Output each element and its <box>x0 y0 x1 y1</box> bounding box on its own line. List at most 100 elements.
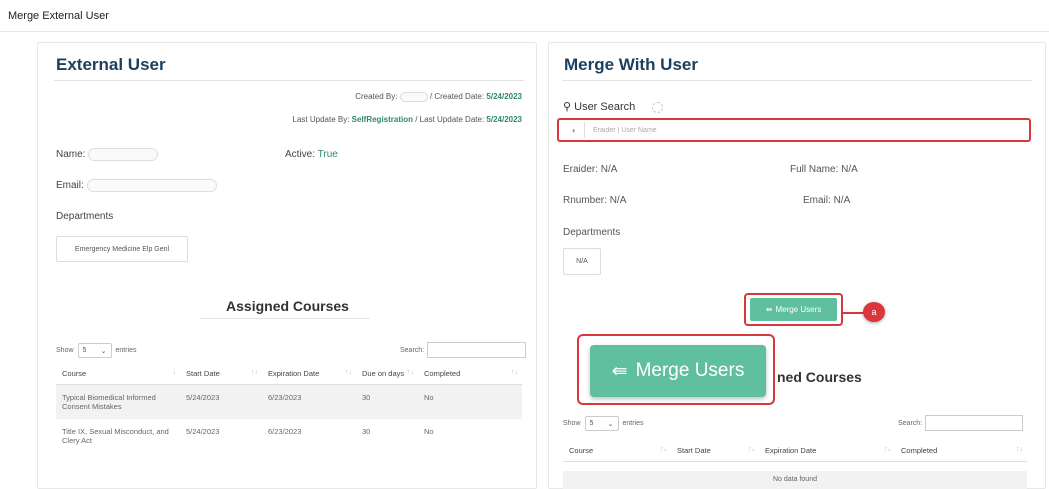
merge-with-user-heading: Merge With User <box>564 55 698 74</box>
search-label: Search: <box>400 346 425 354</box>
full-name-value: N/A <box>841 164 858 175</box>
assigned-courses-rule <box>200 318 370 319</box>
merge-users-label: Merge Users <box>775 305 822 314</box>
merge-page-size-value: 5 <box>589 420 594 427</box>
merge-email-label: Email: <box>803 195 831 206</box>
cell-start-date: 5/24/2023 <box>180 384 262 419</box>
loading-spinner-icon <box>652 101 664 113</box>
merge-show-entries: Show 5 ⌄ entries <box>563 416 644 431</box>
column-header-expiration-date[interactable]: Expiration Date ↑↓ <box>262 365 356 385</box>
user-search-icon: ⚲ <box>563 101 572 113</box>
sort-icon: ↑↓ <box>345 369 352 376</box>
cell-course: Title IX, Sexual Misconduct, and Clery A… <box>62 427 169 445</box>
page-size-select[interactable]: 5 ⌄ <box>77 343 112 358</box>
cell-course: Typical Biomedical Informed Consent Mist… <box>56 384 180 419</box>
merge-with-user-heading-rule <box>562 80 1032 81</box>
user-search-title: ⚲ User Search <box>563 100 664 113</box>
rnumber-row: Rnumber: N/A <box>563 195 626 206</box>
created-by-label: Created By: <box>355 92 398 102</box>
active-value: True <box>317 149 338 160</box>
column-header-completed[interactable]: Completed ↑↓ <box>895 442 1027 462</box>
cell-due-days: 30 <box>356 384 418 419</box>
email-redacted <box>86 179 217 192</box>
assigned-courses-table: Course ↓ Start Date ↑↓ Expiration Date ↑↓ D… <box>56 365 522 453</box>
user-search-input[interactable] <box>593 126 993 134</box>
external-user-heading: External User <box>56 55 166 74</box>
table-search: Search: <box>400 342 527 358</box>
merge-search-label: Search: <box>898 419 923 427</box>
active-row: Active: True <box>285 149 338 160</box>
name-redacted <box>88 148 159 161</box>
column-header-due-on-days[interactable]: Due on days ↑↓ <box>356 365 418 385</box>
created-meta: Created By: / Created Date: 5/24/2023 <box>355 92 522 102</box>
column-header-expiration-date[interactable]: Expiration Date ↑↓ <box>759 442 895 462</box>
page-size-value: 5 <box>82 347 87 354</box>
merge-show-label: Show <box>563 420 581 427</box>
last-update-by-label: Last Update By: <box>292 115 350 124</box>
merge-users-icon: ⇚ <box>611 360 628 382</box>
sort-icon: ↑↓ <box>748 446 755 453</box>
chevron-down-icon: ⌄ <box>607 420 614 428</box>
column-header-completed[interactable]: Completed ↑↓ <box>418 365 522 385</box>
column-header-course[interactable]: Course ↑↓ <box>563 442 671 462</box>
email-row: Email: <box>56 179 217 192</box>
cell-completed: No <box>418 384 522 419</box>
eraider-row: Eraider: N/A <box>563 164 617 175</box>
merge-departments-label: Departments <box>563 227 621 238</box>
sort-icon: ↑↓ <box>884 446 891 453</box>
column-header-course[interactable]: Course ↓ <box>56 365 180 385</box>
external-user-heading-rule <box>54 80 524 81</box>
assigned-courses-heading: Assigned Courses <box>226 298 349 314</box>
created-date-value: 5/24/2023 <box>486 92 522 102</box>
merge-page-size-select[interactable]: 5 ⌄ <box>584 416 619 431</box>
update-meta: Last Update By: SelfRegistration / Last … <box>293 115 523 124</box>
callout-badge: a <box>863 302 885 322</box>
created-date-label: / Created Date: <box>429 92 485 102</box>
page-title: Merge External User <box>8 10 109 22</box>
sort-icon: ↑↓ <box>660 446 667 453</box>
user-search-field[interactable]: ◖ <box>557 118 1031 142</box>
active-label: Active: <box>285 149 316 160</box>
email-label: Email: <box>56 180 84 192</box>
show-label: Show <box>56 347 74 354</box>
cell-completed: No <box>424 427 434 436</box>
table-row: Title IX, Sexual Misconduct, and Clery A… <box>56 419 522 453</box>
merge-users-button[interactable]: ⇚ Merge Users <box>750 298 837 321</box>
merge-department-chip: N/A <box>563 248 601 275</box>
sort-icon: ↑↓ <box>407 369 414 376</box>
created-by-redacted <box>399 92 428 102</box>
last-update-date-label: / Last Update Date: <box>415 115 485 124</box>
rnumber-value: N/A <box>609 195 627 206</box>
zoomed-merge-users-button[interactable]: ⇚ Merge Users <box>590 345 766 397</box>
table-search-input[interactable] <box>427 342 527 358</box>
eraider-value: N/A <box>600 164 618 175</box>
merge-table-search: Search: <box>898 415 1024 431</box>
last-update-by-value: SelfRegistration <box>351 115 413 124</box>
chevron-down-icon: ⌄ <box>100 347 107 355</box>
name-label: Name: <box>56 149 86 161</box>
merge-email-row: Email: N/A <box>803 195 850 206</box>
department-chip: Emergency Medicine Elp Genl <box>56 236 188 262</box>
sort-icon: ↑↓ <box>1016 446 1023 453</box>
entries-label: entries <box>115 347 137 354</box>
departments-label: Departments <box>56 211 114 222</box>
callout-connector <box>843 312 865 314</box>
full-name-label: Full Name: <box>790 164 839 175</box>
merge-entries-label: entries <box>622 420 644 427</box>
table-row: Typical Biomedical Informed Consent Mist… <box>56 384 522 419</box>
last-update-date-value: 5/24/2023 <box>486 115 522 124</box>
user-search-label: User Search <box>574 101 636 113</box>
sort-icon: ↓ <box>172 369 177 376</box>
table-header-row: Course ↑↓ Start Date ↑↓ Expiration Date ↑↓ … <box>563 442 1027 462</box>
sort-icon: ↑↓ <box>251 369 258 376</box>
search-addon-icon: ◖ <box>563 122 585 138</box>
merge-table-search-input[interactable] <box>925 415 1024 431</box>
table-header-row: Course ↓ Start Date ↑↓ Expiration Date ↑↓ D… <box>56 365 522 385</box>
column-header-start-date[interactable]: Start Date ↑↓ <box>671 442 759 462</box>
cell-start-date: 5/24/2023 <box>186 427 220 436</box>
full-name-row: Full Name: N/A <box>790 164 858 175</box>
sort-icon: ↑↓ <box>511 369 518 376</box>
merge-assigned-courses-table: Course ↑↓ Start Date ↑↓ Expiration Date ↑↓ … <box>563 442 1027 462</box>
column-header-start-date[interactable]: Start Date ↑↓ <box>180 365 262 385</box>
cell-expiration-date: 6/23/2023 <box>262 384 356 419</box>
